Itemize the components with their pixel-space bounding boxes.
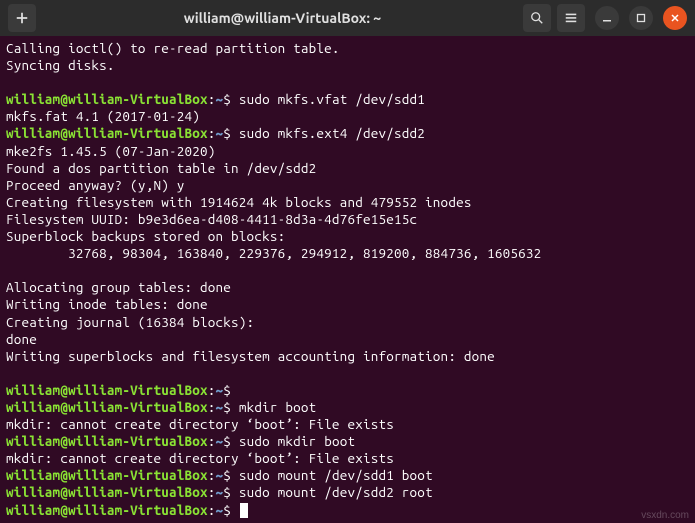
prompt-sigil: $ xyxy=(223,91,239,107)
terminal-line: mkdir: cannot create directory ‘boot’: F… xyxy=(6,416,689,433)
window-title: william@william-VirtualBox: ~ xyxy=(48,10,517,26)
output-text: Superblock backups stored on blocks: xyxy=(6,228,285,244)
terminal-output[interactable]: Calling ioctl() to re-read partition tab… xyxy=(0,36,695,523)
terminal-line: william@william-VirtualBox:~$ mkdir boot xyxy=(6,399,689,416)
terminal-line: Writing inode tables: done xyxy=(6,296,689,313)
terminal-line: done xyxy=(6,331,689,348)
command-text: mkdir boot xyxy=(239,399,317,415)
prompt-user-host: william@william-VirtualBox xyxy=(6,91,208,107)
titlebar: william@william-VirtualBox: ~ xyxy=(0,0,695,36)
search-button[interactable] xyxy=(523,4,551,32)
output-text: Allocating group tables: done xyxy=(6,279,231,295)
output-text: Filesystem UUID: b9e3d6ea-d408-4411-8d3a… xyxy=(6,211,417,227)
prompt-sigil: $ xyxy=(223,467,239,483)
maximize-icon xyxy=(636,13,646,23)
close-button[interactable] xyxy=(663,6,687,30)
prompt-user-host: william@william-VirtualBox xyxy=(6,399,208,415)
terminal-line: Writing superblocks and filesystem accou… xyxy=(6,348,689,365)
plus-icon xyxy=(15,11,29,25)
terminal-line: mkfs.fat 4.1 (2017-01-24) xyxy=(6,108,689,125)
minimize-button[interactable] xyxy=(595,6,619,30)
titlebar-right xyxy=(523,4,687,32)
prompt-user-host: william@william-VirtualBox xyxy=(6,484,208,500)
prompt-user-host: william@william-VirtualBox xyxy=(6,433,208,449)
menu-button[interactable] xyxy=(557,4,585,32)
close-icon xyxy=(670,13,680,23)
new-tab-button[interactable] xyxy=(8,4,36,32)
prompt-colon: : xyxy=(208,382,216,398)
terminal-line: william@william-VirtualBox:~$ sudo mkfs.… xyxy=(6,91,689,108)
terminal-line: william@william-VirtualBox:~$ xyxy=(6,382,689,399)
search-icon xyxy=(530,11,544,25)
terminal-line: Calling ioctl() to re-read partition tab… xyxy=(6,40,689,57)
output-text: mkdir: cannot create directory ‘boot’: F… xyxy=(6,450,394,466)
prompt-sigil: $ xyxy=(223,382,239,398)
prompt-colon: : xyxy=(208,433,216,449)
prompt-colon: : xyxy=(208,484,216,500)
prompt-user-host: william@william-VirtualBox xyxy=(6,502,208,518)
prompt-sigil: $ xyxy=(223,399,239,415)
output-text: 32768, 98304, 163840, 229376, 294912, 81… xyxy=(6,245,541,261)
prompt-sigil: $ xyxy=(223,484,239,500)
terminal-line: Creating journal (16384 blocks): xyxy=(6,314,689,331)
prompt-colon: : xyxy=(208,125,216,141)
terminal-line: william@william-VirtualBox:~$ sudo mkfs.… xyxy=(6,125,689,142)
terminal-line: Filesystem UUID: b9e3d6ea-d408-4411-8d3a… xyxy=(6,211,689,228)
terminal-line: 32768, 98304, 163840, 229376, 294912, 81… xyxy=(6,245,689,262)
terminal-line: william@william-VirtualBox:~$ sudo mount… xyxy=(6,467,689,484)
output-text: done xyxy=(6,331,37,347)
terminal-line xyxy=(6,74,689,91)
command-text: sudo mkfs.vfat /dev/sdd1 xyxy=(239,91,425,107)
output-text: Creating journal (16384 blocks): xyxy=(6,314,254,330)
prompt-sigil: $ xyxy=(223,125,239,141)
terminal-line: william@william-VirtualBox:~$ xyxy=(6,502,689,519)
prompt-sigil: $ xyxy=(223,502,239,518)
terminal-line: Proceed anyway? (y,N) y xyxy=(6,177,689,194)
prompt-user-host: william@william-VirtualBox xyxy=(6,467,208,483)
prompt-colon: : xyxy=(208,467,216,483)
output-text: mkdir: cannot create directory ‘boot’: F… xyxy=(6,416,394,432)
output-text: Writing inode tables: done xyxy=(6,296,208,312)
prompt-colon: : xyxy=(208,502,216,518)
terminal-line xyxy=(6,262,689,279)
watermark: vsxdn.com xyxy=(641,510,689,521)
terminal-line xyxy=(6,365,689,382)
output-text: Proceed anyway? (y,N) y xyxy=(6,177,184,193)
terminal-line: Superblock backups stored on blocks: xyxy=(6,228,689,245)
command-text: sudo mkfs.ext4 /dev/sdd2 xyxy=(239,125,425,141)
prompt-user-host: william@william-VirtualBox xyxy=(6,382,208,398)
minimize-icon xyxy=(602,13,612,23)
terminal-line: Found a dos partition table in /dev/sdd2 xyxy=(6,160,689,177)
output-text: Calling ioctl() to re-read partition tab… xyxy=(6,40,340,56)
output-text: mkfs.fat 4.1 (2017-01-24) xyxy=(6,108,200,124)
prompt-sigil: $ xyxy=(223,433,239,449)
command-text: sudo mount /dev/sdd2 root xyxy=(239,484,433,500)
terminal-line: Allocating group tables: done xyxy=(6,279,689,296)
output-text: Creating filesystem with 1914624 4k bloc… xyxy=(6,194,472,210)
maximize-button[interactable] xyxy=(629,6,653,30)
terminal-line: Syncing disks. xyxy=(6,57,689,74)
output-text: mke2fs 1.45.5 (07-Jan-2020) xyxy=(6,143,216,159)
prompt-user-host: william@william-VirtualBox xyxy=(6,125,208,141)
terminal-line: william@william-VirtualBox:~$ sudo mkdir… xyxy=(6,433,689,450)
terminal-line: mkdir: cannot create directory ‘boot’: F… xyxy=(6,450,689,467)
cursor xyxy=(240,503,248,518)
prompt-colon: : xyxy=(208,91,216,107)
titlebar-left xyxy=(8,4,42,32)
terminal-line: william@william-VirtualBox:~$ sudo mount… xyxy=(6,484,689,501)
hamburger-icon xyxy=(564,11,578,25)
output-text: Writing superblocks and filesystem accou… xyxy=(6,348,495,364)
command-text: sudo mkdir boot xyxy=(239,433,355,449)
terminal-line: Creating filesystem with 1914624 4k bloc… xyxy=(6,194,689,211)
terminal-line: mke2fs 1.45.5 (07-Jan-2020) xyxy=(6,143,689,160)
output-text: Syncing disks. xyxy=(6,57,115,73)
command-text: sudo mount /dev/sdd1 boot xyxy=(239,467,433,483)
output-text: Found a dos partition table in /dev/sdd2 xyxy=(6,160,316,176)
prompt-colon: : xyxy=(208,399,216,415)
